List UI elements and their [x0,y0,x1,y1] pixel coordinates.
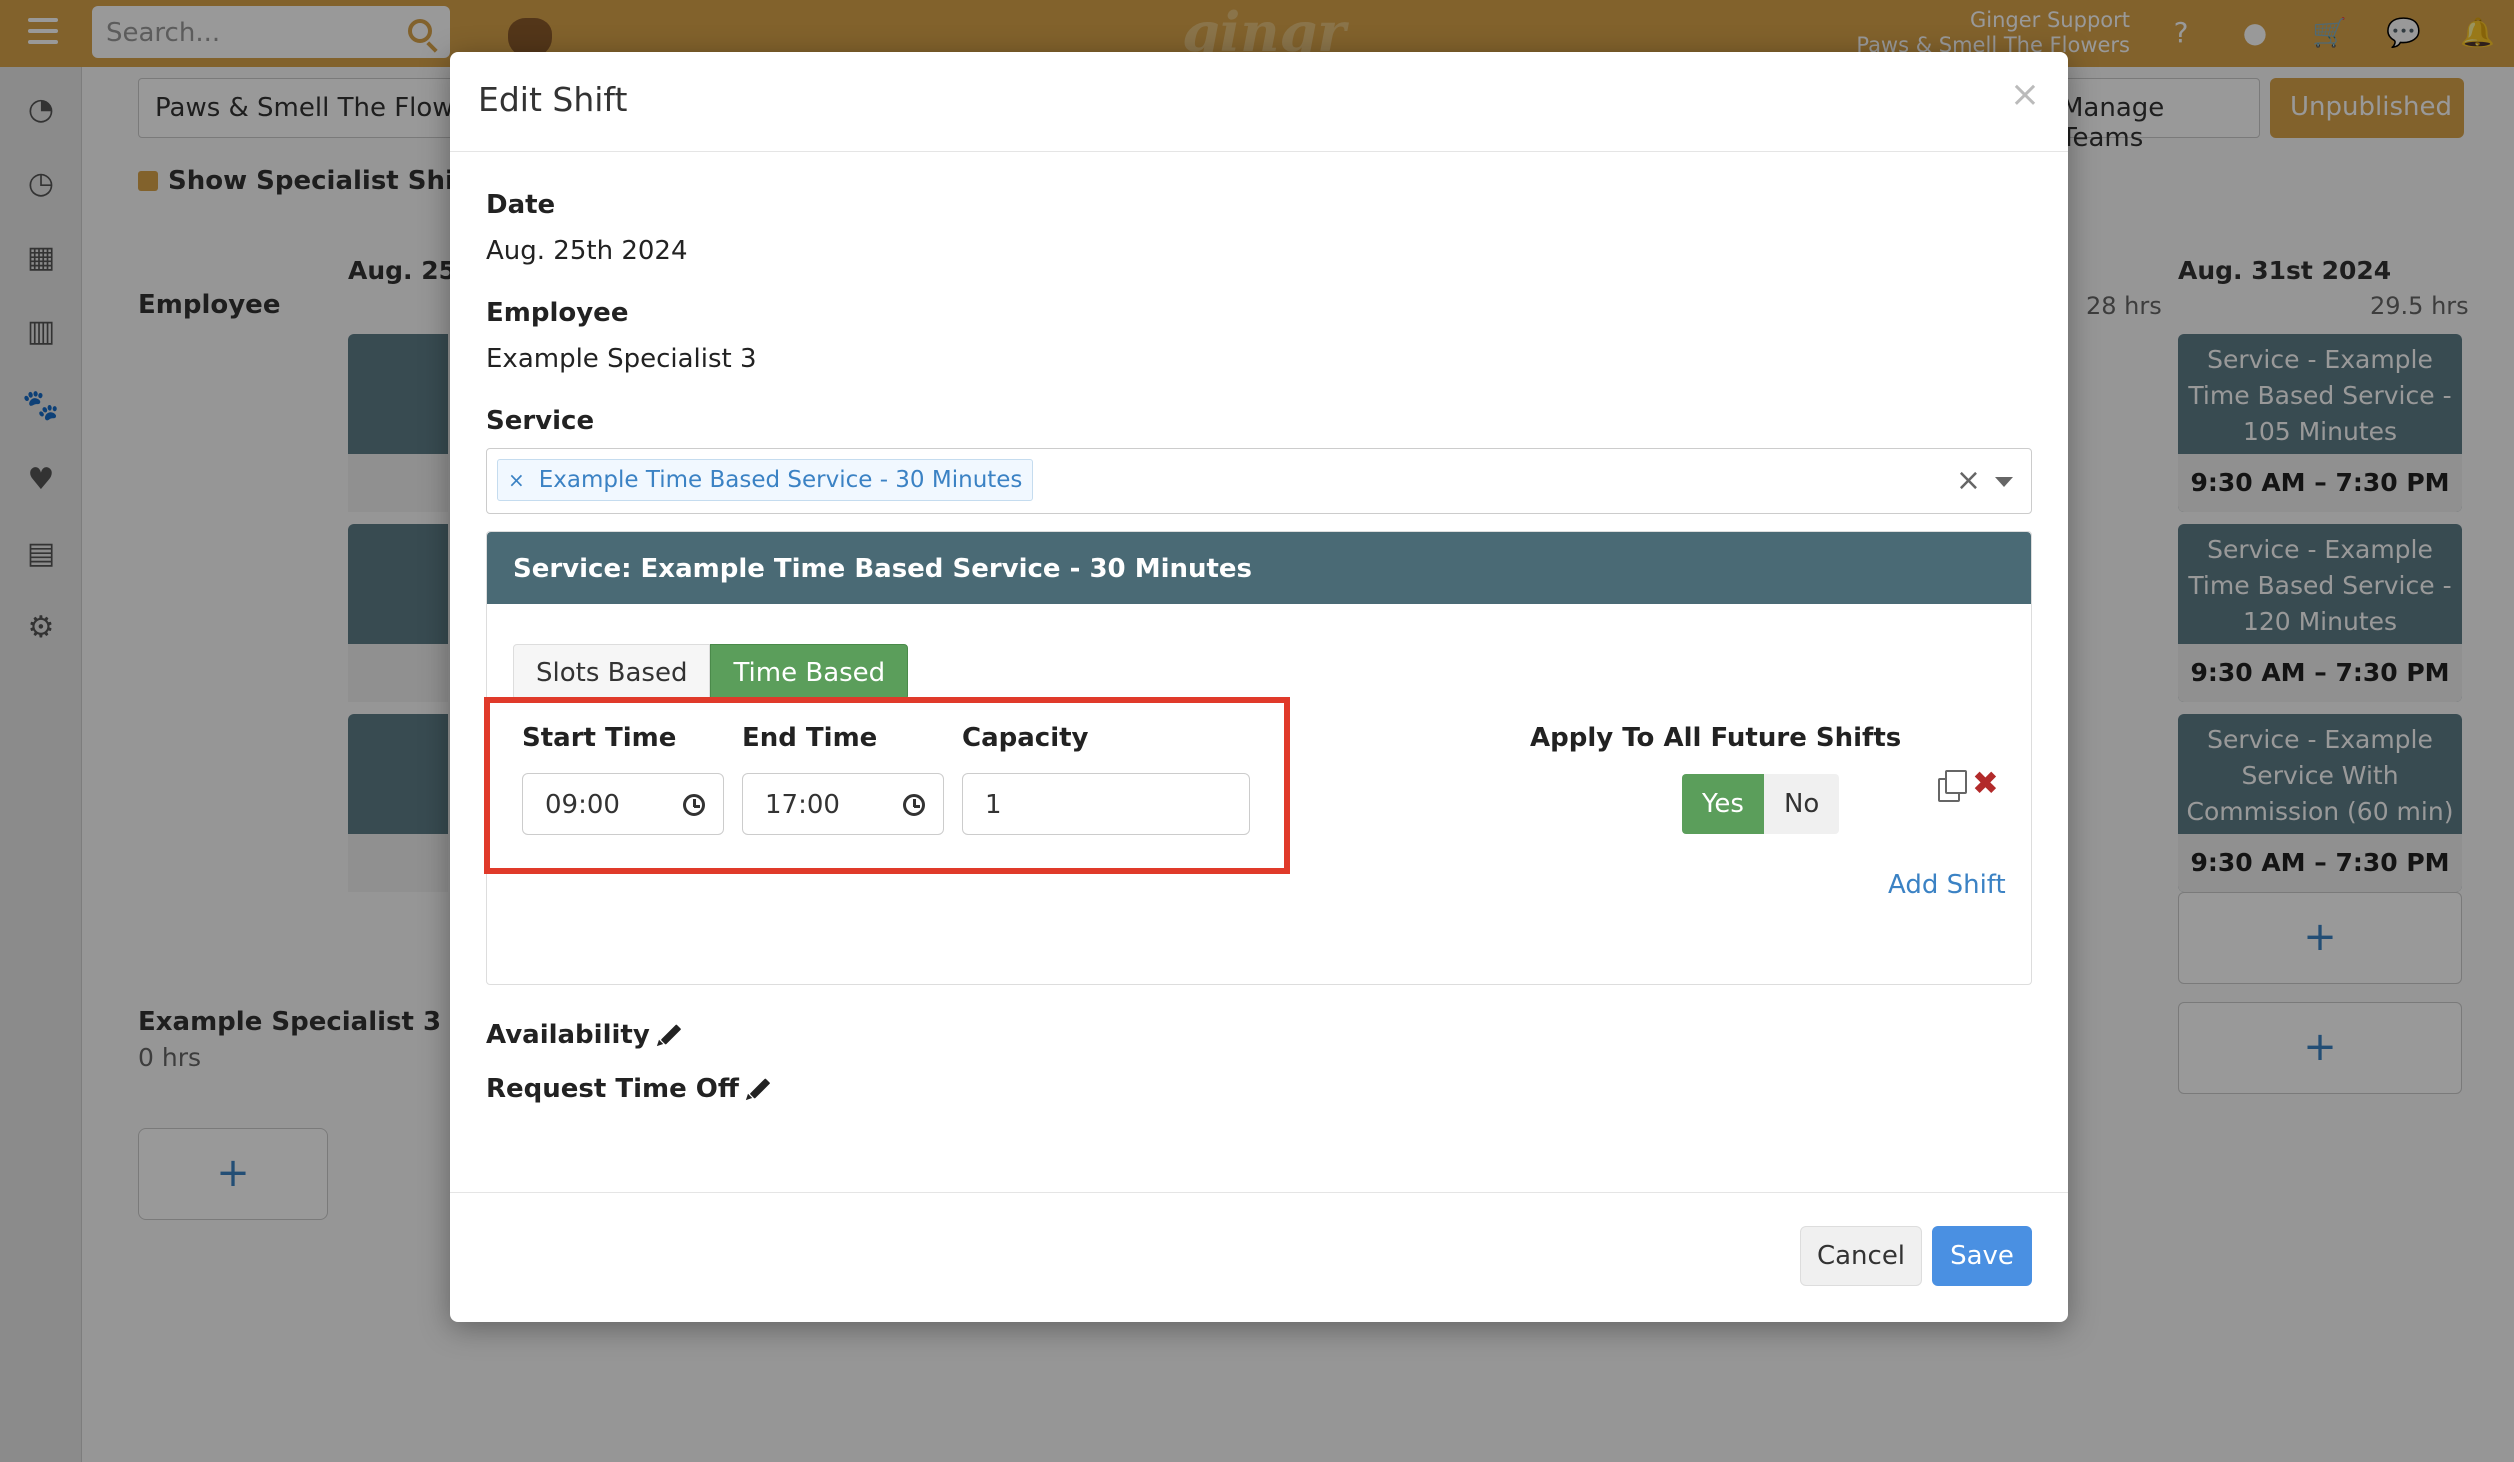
chevron-down-icon[interactable] [1995,477,2013,487]
apply-future-label: Apply To All Future Shifts [1530,723,1902,753]
shift-type-tabs: Slots Based Time Based [513,644,909,700]
save-button[interactable]: Save [1932,1226,2032,1286]
clear-icon[interactable]: × [1956,463,1981,498]
employee-value: Example Specialist 3 [486,344,757,374]
edit-shift-modal: Edit Shift × Date Aug. 25th 2024 Employe… [450,52,2068,1322]
service-label: Service [486,406,595,436]
add-shift-link[interactable]: Add Shift [1888,870,2006,900]
service-select[interactable]: × Example Time Based Service - 30 Minute… [486,448,2032,514]
employee-label: Employee [486,298,629,328]
modal-header: Edit Shift × [450,52,2068,152]
apply-future-toggle: Yes No [1682,774,1840,834]
availability-link[interactable]: Availability [486,1020,682,1050]
service-chip: × Example Time Based Service - 30 Minute… [497,459,1034,501]
date-value: Aug. 25th 2024 [486,236,688,266]
modal-title: Edit Shift [478,80,628,119]
modal-footer-divider [450,1192,2068,1193]
delete-icon[interactable]: ✖ [1972,764,1999,802]
tab-time-based[interactable]: Time Based [710,644,909,700]
pencil-icon[interactable] [743,1075,771,1103]
request-time-off-link[interactable]: Request Time Off [486,1074,771,1104]
request-time-off-label: Request Time Off [486,1074,739,1104]
service-chip-label: Example Time Based Service - 30 Minutes [538,467,1023,493]
service-panel-title: Service: Example Time Based Service - 30… [487,532,2031,604]
tab-slots-based[interactable]: Slots Based [513,644,711,700]
remove-chip-icon[interactable]: × [508,468,525,492]
pencil-icon[interactable] [654,1021,682,1049]
yes-button[interactable]: Yes [1682,774,1764,834]
cancel-button[interactable]: Cancel [1800,1226,1922,1286]
no-button[interactable]: No [1763,774,1840,834]
copy-icon[interactable] [1938,770,1967,802]
close-icon[interactable]: × [2010,74,2040,115]
date-label: Date [486,190,556,220]
highlight-box [484,697,1290,874]
availability-label: Availability [486,1020,650,1050]
